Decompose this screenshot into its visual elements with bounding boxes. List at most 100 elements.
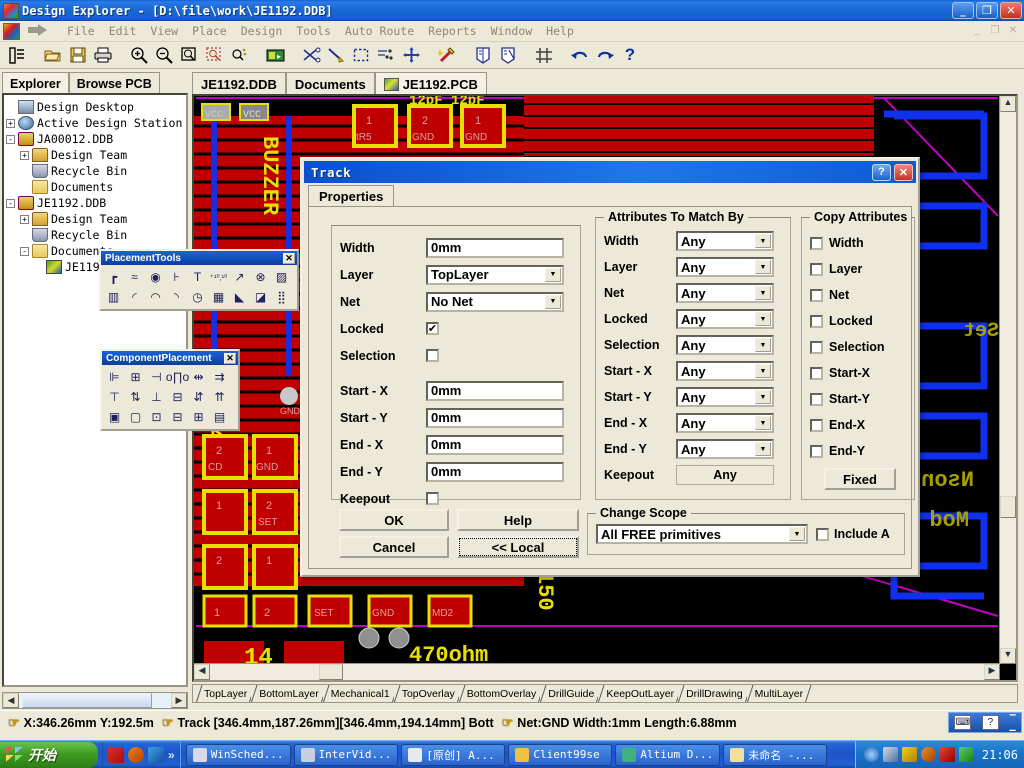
collapse-icon[interactable]: - <box>6 135 15 144</box>
doc-tab-documents[interactable]: Documents <box>286 72 375 94</box>
mdi-restore-button[interactable]: ❐ <box>988 24 1002 37</box>
minimize-button[interactable]: _ <box>952 2 974 19</box>
match-locked-combo[interactable]: Any▼ <box>676 309 774 329</box>
update-icon[interactable] <box>959 747 974 762</box>
layer-tab-bottomlayer[interactable]: BottomLayer <box>251 685 323 702</box>
canvas-vertical-scrollbar[interactable]: ▲ ▼ <box>999 96 1016 664</box>
copy-net-checkbox[interactable] <box>810 289 823 302</box>
zoom-selection-icon[interactable] <box>203 44 225 66</box>
layer-tab-toplayer[interactable]: TopLayer <box>196 685 251 702</box>
show-desktop-icon[interactable] <box>864 747 879 762</box>
adobe-icon[interactable] <box>108 747 124 763</box>
match-endx-combo[interactable]: Any▼ <box>676 413 774 433</box>
component-placement-button-9[interactable]: ⊥ <box>146 387 167 407</box>
explorer-horizontal-scrollbar[interactable]: ◀ ▶ <box>2 692 188 709</box>
placement-tools-toolbar[interactable]: PlacementTools ✕ ┏≈◉⊦T⁺¹⁰‚¹⁰↗⊗▨▥◜◠◝◷▦◣◪⣿ <box>99 249 299 311</box>
help-button[interactable]: Help <box>457 509 579 531</box>
property-starty-input[interactable]: 0mm <box>426 408 564 428</box>
property-selection-checkbox[interactable] <box>426 349 439 362</box>
track-dialog-titlebar[interactable]: Track ? ✕ <box>304 161 916 183</box>
match-width-combo[interactable]: Any▼ <box>676 231 774 251</box>
placement-tool-button-13[interactable]: ◝ <box>166 287 187 307</box>
media-icon[interactable] <box>148 747 164 763</box>
component-placement-button-6[interactable]: ⇉ <box>209 367 230 387</box>
redo-icon[interactable] <box>594 44 616 66</box>
canvas-hscroll-thumb[interactable] <box>319 664 343 680</box>
fox-icon[interactable] <box>128 747 144 763</box>
collapse-icon[interactable]: - <box>6 199 15 208</box>
doc-tab-pcb[interactable]: JE1192.PCB <box>375 72 487 94</box>
component-placement-close-icon[interactable]: ✕ <box>224 353 236 364</box>
track-dialog[interactable]: Track ? ✕ Properties Width0mmLayerTopLay… <box>300 157 920 577</box>
placement-tool-button-6[interactable]: ⁺¹⁰‚¹⁰ <box>208 267 229 287</box>
menu-item-design[interactable]: Design <box>234 23 290 39</box>
tree-item[interactable]: Design Desktop <box>6 99 184 115</box>
tree-item[interactable]: Recycle Bin <box>6 163 184 179</box>
network-icon[interactable] <box>883 747 898 762</box>
layer-tab-mechanical1[interactable]: Mechanical1 <box>323 685 394 702</box>
tree-item[interactable]: Recycle Bin <box>6 227 184 243</box>
component-placement-button-7[interactable]: ⊤ <box>104 387 125 407</box>
close-button[interactable]: ✕ <box>1000 2 1022 19</box>
placement-tool-button-10[interactable]: ▥ <box>103 287 124 307</box>
match-starty-combo[interactable]: Any▼ <box>676 387 774 407</box>
undo-icon[interactable] <box>569 44 591 66</box>
placement-tool-button-9[interactable]: ▨ <box>271 267 292 287</box>
placement-tools-close-icon[interactable]: ✕ <box>283 253 295 264</box>
component-placement-button-4[interactable]: ᴏ∏ᴏ <box>167 367 188 387</box>
view-toggle-icon[interactable] <box>472 44 494 66</box>
tab-browse-pcb[interactable]: Browse PCB <box>69 72 160 93</box>
component-placement-button-16[interactable]: ⊟ <box>167 407 188 427</box>
menu-item-tools[interactable]: Tools <box>289 23 338 39</box>
component-placement-button-3[interactable]: ⊣ <box>146 367 167 387</box>
layer-tab-strip[interactable]: TopLayerBottomLayerMechanical1TopOverlay… <box>192 684 1018 703</box>
property-width-input[interactable]: 0mm <box>426 238 564 258</box>
component-placement-button-5[interactable]: ⇹ <box>188 367 209 387</box>
scroll-track[interactable] <box>19 693 171 708</box>
match-startx-combo[interactable]: Any▼ <box>676 361 774 381</box>
placement-tool-button-16[interactable]: ◣ <box>229 287 250 307</box>
chevron-down-icon[interactable]: ▼ <box>755 234 771 248</box>
browse-icon[interactable]: ▸ <box>264 44 286 66</box>
match-layer-combo[interactable]: Any▼ <box>676 257 774 277</box>
menu-item-reports[interactable]: Reports <box>421 23 483 39</box>
canvas-scroll-right-button[interactable]: ▶ <box>984 664 1000 680</box>
layer-tab-multilayer[interactable]: MultiLayer <box>747 685 807 702</box>
property-locked-checkbox[interactable]: ✔ <box>426 322 439 335</box>
component-placement-titlebar[interactable]: ComponentPlacement ✕ <box>102 351 238 365</box>
chevron-down-icon[interactable]: ▼ <box>755 416 771 430</box>
menu-item-edit[interactable]: Edit <box>102 23 144 39</box>
match-keepout-button[interactable]: Any <box>676 465 774 485</box>
taskbar-item-1[interactable]: WinSched... <box>186 744 291 766</box>
menu-item-file[interactable]: File <box>60 23 102 39</box>
component-placement-button-14[interactable]: ▢ <box>125 407 146 427</box>
component-placement-button-15[interactable]: ⊡ <box>146 407 167 427</box>
component-placement-button-10[interactable]: ⊟ <box>167 387 188 407</box>
start-button[interactable]: 开始 <box>0 742 98 768</box>
placement-tool-button-14[interactable]: ◷ <box>187 287 208 307</box>
placement-tool-button-4[interactable]: ⊦ <box>166 267 187 287</box>
tree-item[interactable]: -JE1192.DDB <box>6 195 184 211</box>
placement-tool-button-11[interactable]: ◜ <box>124 287 145 307</box>
chevron-down-icon[interactable]: ▼ <box>755 364 771 378</box>
copy-selection-checkbox[interactable] <box>810 341 823 354</box>
copy-layer-checkbox[interactable] <box>810 263 823 276</box>
menu-app-icon[interactable] <box>3 23 20 40</box>
copy-locked-checkbox[interactable] <box>810 315 823 328</box>
component-placement-button-8[interactable]: ⇅ <box>125 387 146 407</box>
scroll-thumb[interactable] <box>22 693 152 708</box>
tree-item[interactable]: +Design Team <box>6 211 184 227</box>
tree-item[interactable]: +Design Team <box>6 147 184 163</box>
canvas-horizontal-scrollbar[interactable]: ◀ ▶ <box>194 663 1000 680</box>
taskbar-item-6[interactable]: 未命名 -... <box>723 744 827 766</box>
menu-item-view[interactable]: View <box>143 23 185 39</box>
move-icon[interactable] <box>400 44 422 66</box>
view-toggle2-icon[interactable] <box>497 44 519 66</box>
component-placement-button-1[interactable]: ⊫ <box>104 367 125 387</box>
chevron-down-icon[interactable]: ▼ <box>545 268 561 282</box>
match-selection-combo[interactable]: Any▼ <box>676 335 774 355</box>
placement-tool-button-12[interactable]: ◠ <box>145 287 166 307</box>
tab-properties[interactable]: Properties <box>308 185 394 206</box>
component-placement-button-2[interactable]: ⊞ <box>125 367 146 387</box>
ok-button[interactable]: OK <box>339 509 449 531</box>
